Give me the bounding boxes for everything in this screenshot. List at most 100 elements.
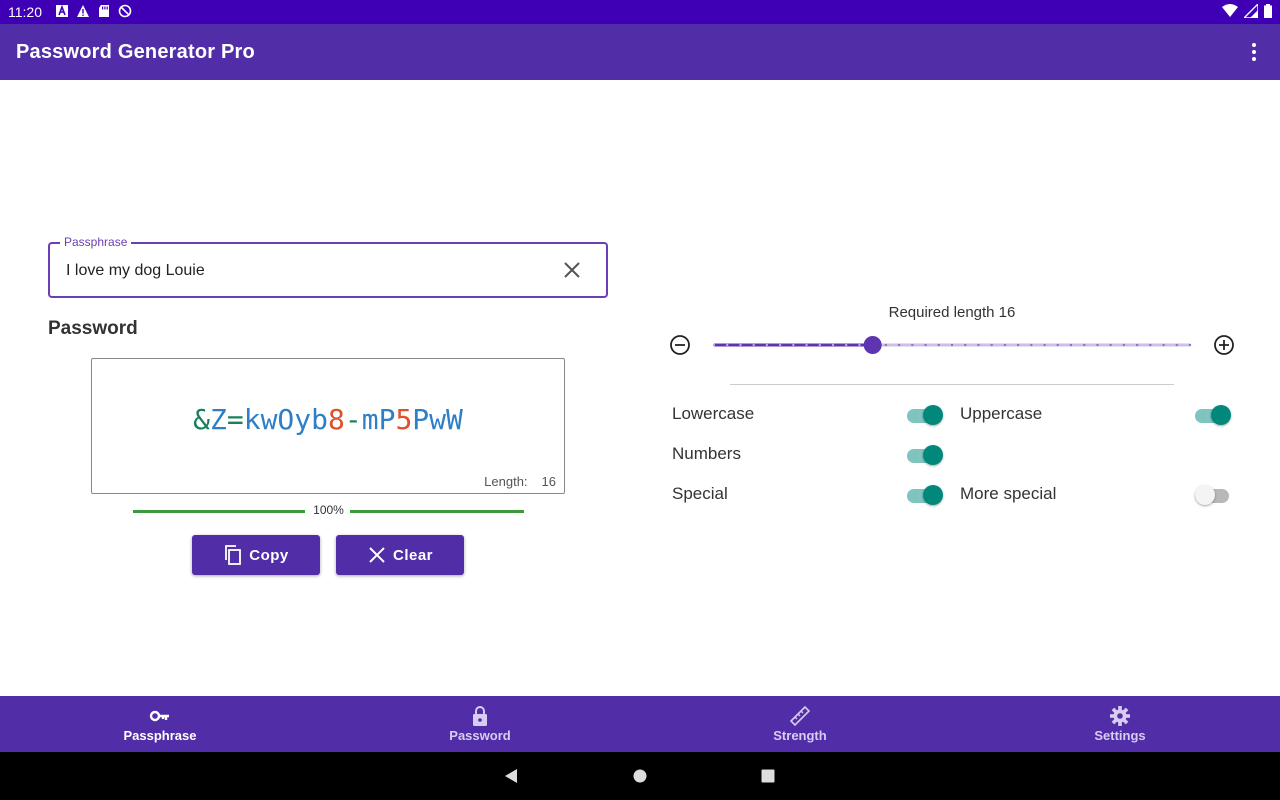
nav-label-settings: Settings [1094,728,1146,743]
copy-button[interactable]: Copy [192,535,320,575]
special-label: Special [672,484,728,503]
recents-icon[interactable] [761,769,775,783]
more-vert-icon[interactable] [1242,40,1266,64]
slider-tick [1083,343,1086,347]
back-icon[interactable] [503,768,519,784]
key-icon [149,710,169,722]
clear-text-icon[interactable] [562,260,582,280]
slider-tick [1149,343,1152,347]
system-navigation-bar [0,752,1280,800]
slider-tick [1016,343,1020,347]
nav-item-password[interactable]: Password [320,696,640,752]
slider-tick [845,343,848,347]
slider-tick [884,343,888,347]
slider-tick [1109,343,1112,347]
slider-tick [778,343,782,347]
status-bar: 11:20 [0,0,1280,24]
slider-tick [1162,343,1165,347]
signal-icon [1244,4,1258,18]
password-char: 5 [395,403,413,436]
strength-meter: 100% [133,502,524,520]
app-bar: Password Generator Pro [0,24,1280,80]
password-section-title: Password [48,318,138,339]
app-notification-icon [56,4,68,17]
home-icon[interactable] [633,769,647,783]
passphrase-field: Passphrase [48,235,608,298]
copy-icon [225,545,242,565]
slider-tick [726,343,729,347]
password-char: Z [209,403,227,436]
slider-tick [831,343,835,347]
password-char: y [294,403,312,436]
slider-tick [739,343,742,347]
decrease-length-icon[interactable] [669,334,691,356]
length-value: 16 [541,474,556,489]
slider-tick [950,343,954,347]
required-length-label: Required length 16 [888,304,1016,321]
length-slider[interactable] [712,336,1192,354]
password-char: O [277,403,295,436]
wifi-icon [1222,4,1238,17]
password-char: & [193,403,210,436]
slider-tick [990,343,993,347]
password-char: w [260,403,278,436]
slider-tick [858,343,861,347]
status-time: 11:20 [8,4,42,20]
uppercase-toggle[interactable] [1195,403,1231,425]
slider-tick [897,343,901,347]
password-char: W [446,403,463,436]
divider [730,384,1174,385]
slider-thumb[interactable] [863,336,882,354]
slider-tick [712,343,716,347]
password-char: 8 [328,403,345,436]
length-label: Length: [484,474,528,489]
lock-icon [473,706,487,726]
slider-tick [792,343,795,347]
more-special-toggle[interactable] [1195,483,1231,505]
password-char: b [311,403,328,436]
battery-icon [1264,4,1272,18]
special-toggle[interactable] [907,483,943,505]
numbers-toggle[interactable] [907,443,943,465]
nav-label-password: Password [449,728,511,743]
password-char: w [429,403,447,436]
slider-tick [977,343,980,347]
password-length: Length: 16 [484,474,556,489]
uppercase-label: Uppercase [960,404,1043,423]
slider-tick [1096,343,1099,347]
password-char: - [344,403,362,436]
password-char: m [361,403,379,436]
slider-tick [1043,343,1046,347]
gear-icon [1110,706,1130,726]
app-title: Password Generator Pro [16,41,255,63]
passphrase-input[interactable] [64,244,548,298]
more-special-label: More special [960,484,1057,503]
nav-item-settings[interactable]: Settings [960,696,1280,752]
password-char: P [412,403,430,436]
sd-card-icon [99,5,109,17]
lowercase-toggle[interactable] [907,403,943,425]
sync-disabled-icon [118,4,132,18]
slider-tick [752,343,755,347]
password-char: = [226,403,244,436]
slider-tick [1188,343,1192,347]
system-status-icons [1222,4,1272,18]
bottom-navigation: Passphrase Password Strength Settings [0,696,1280,752]
lowercase-label: Lowercase [672,404,755,423]
nav-item-passphrase[interactable]: Passphrase [0,696,320,752]
slider-tick [818,343,821,347]
strength-percent-text: 100% [309,503,348,517]
slider-tick [1122,343,1126,347]
clear-label: Clear [392,546,434,564]
warning-icon [77,5,89,17]
numbers-label: Numbers [672,444,741,463]
password-char: k [243,403,261,436]
close-icon [369,547,385,563]
slider-tick [964,343,967,347]
slider-tick [911,343,914,347]
increase-length-icon[interactable] [1213,334,1235,356]
clear-button[interactable]: Clear [336,535,464,575]
slider-tick [937,343,940,347]
slider-tick [924,343,927,347]
nav-item-strength[interactable]: Strength [640,696,960,752]
